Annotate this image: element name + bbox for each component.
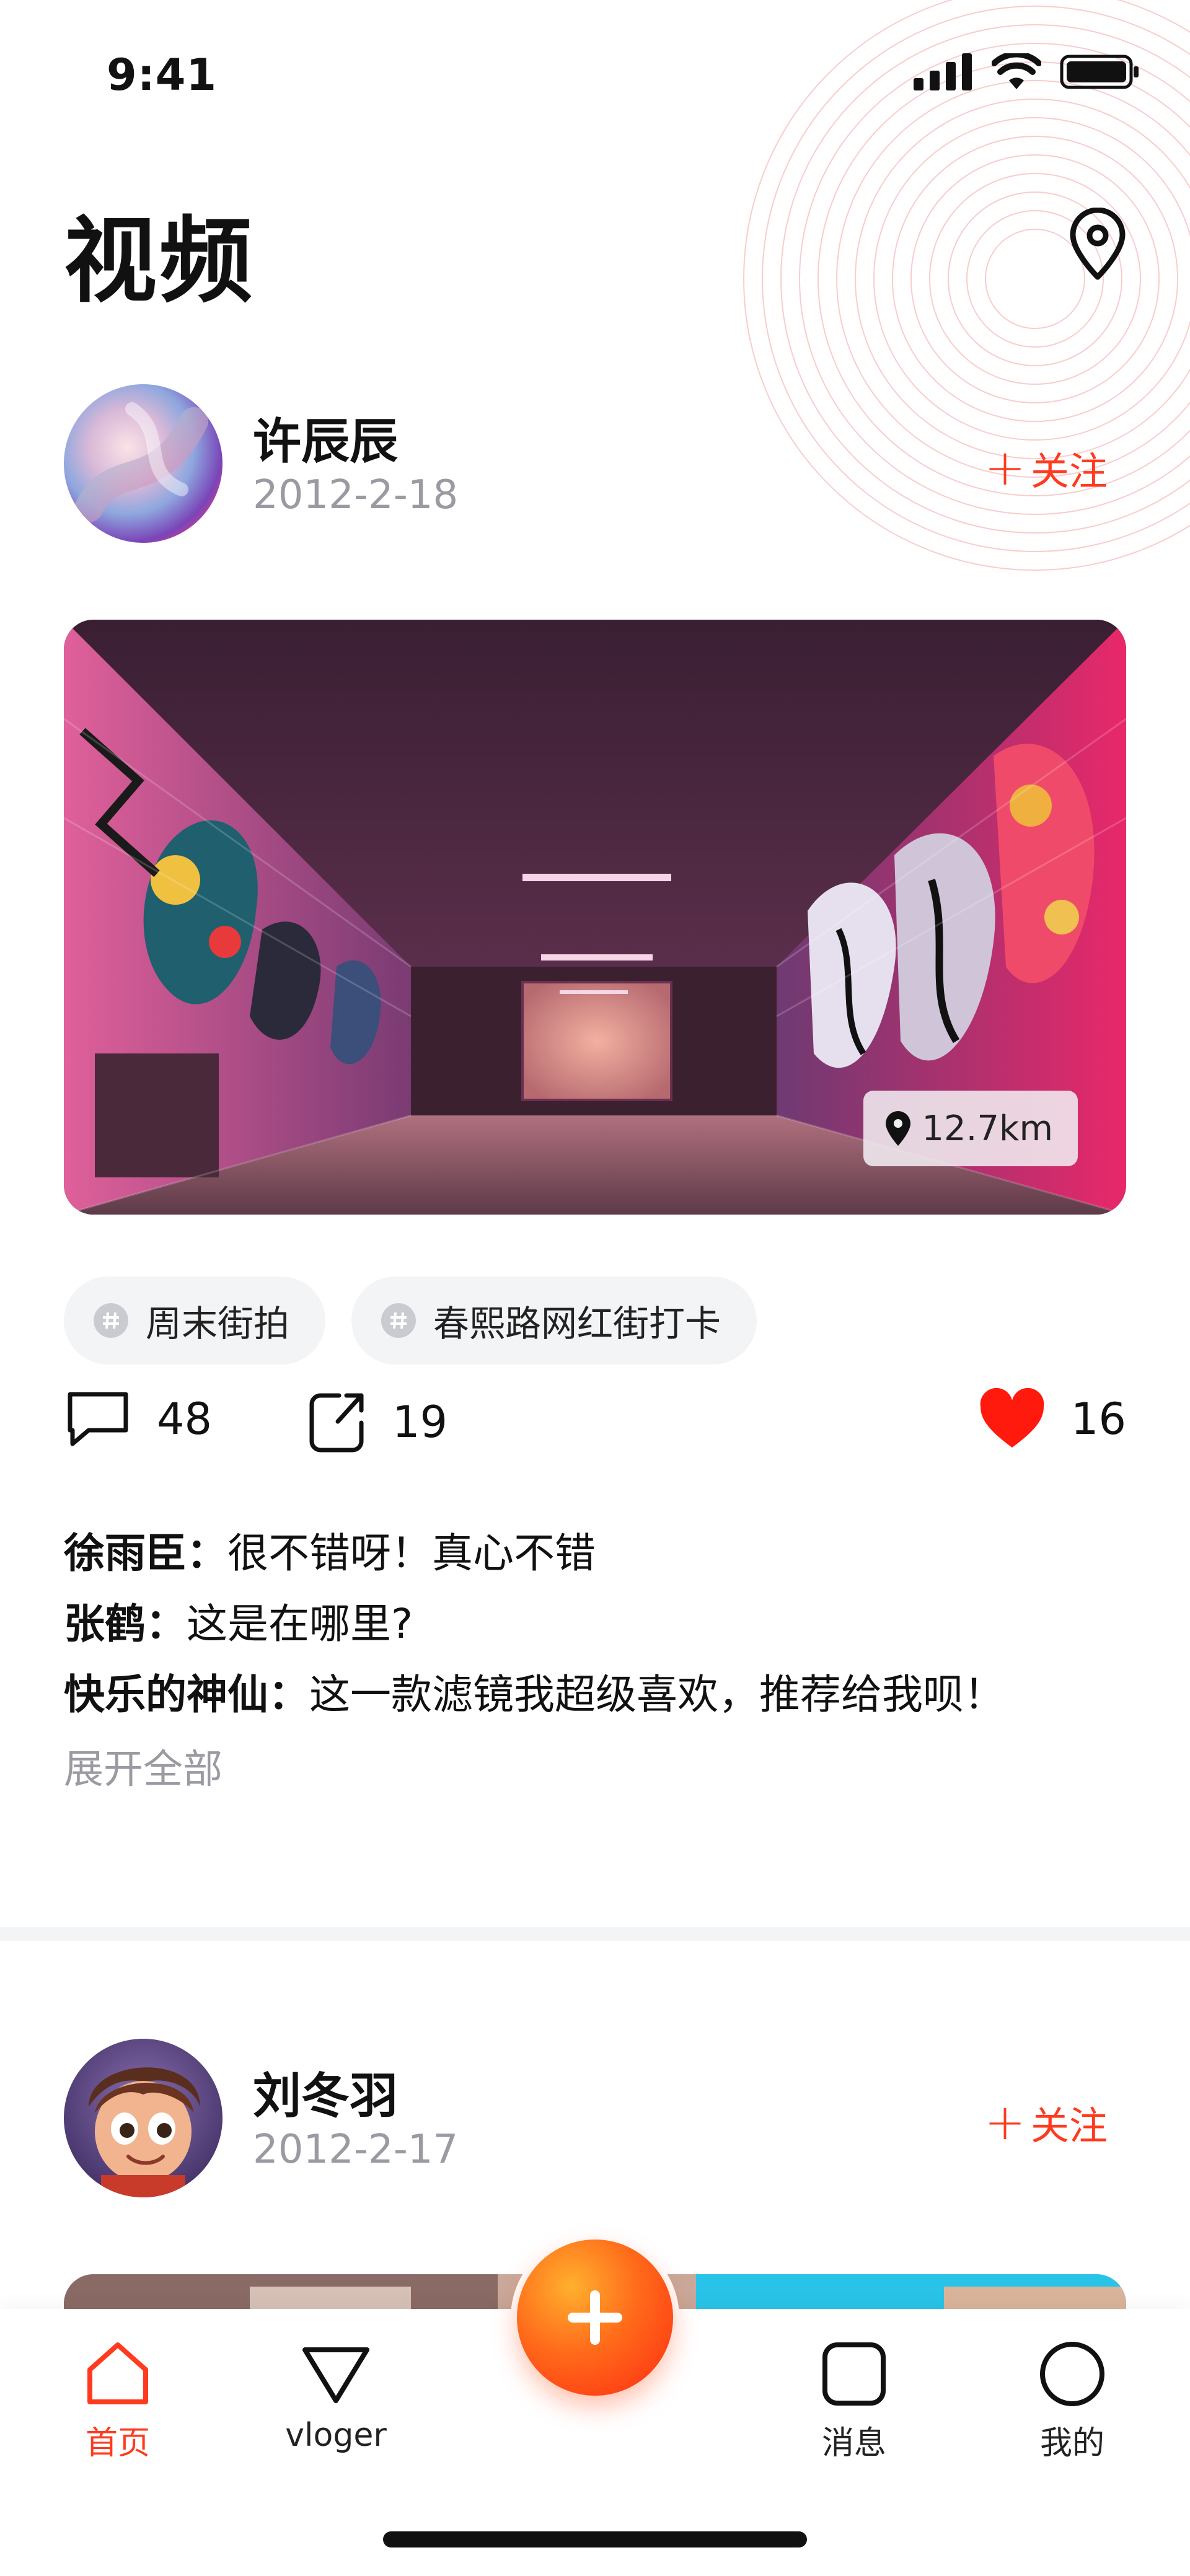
- comment-icon: [68, 1392, 128, 1446]
- comment-list: 徐雨臣：很不错呀！真心不错 张鹤：这是在哪里? 快乐的神仙：这一款滤镜我超级喜欢…: [64, 1518, 1126, 1809]
- comment-stat[interactable]: 48: [64, 1388, 212, 1450]
- comment-count: 48: [157, 1394, 213, 1444]
- status-time: 9:41: [107, 50, 218, 100]
- like-count: 16: [1070, 1394, 1126, 1444]
- plus-icon: +: [984, 2093, 1026, 2151]
- nav-label: 消息: [821, 2425, 886, 2462]
- comment-author[interactable]: 快乐的神仙：: [64, 1671, 309, 1718]
- plus-icon: [568, 2290, 622, 2345]
- hashtag-icon: [94, 1303, 128, 1338]
- like-stat[interactable]: 16: [978, 1388, 1126, 1450]
- signal-icon: [914, 53, 972, 90]
- comment-item: 徐雨臣：很不错呀！真心不错: [64, 1518, 1126, 1589]
- follow-button[interactable]: + 关注: [984, 440, 1108, 496]
- circle-icon: [1040, 2342, 1104, 2406]
- triangle-icon: [302, 2347, 369, 2403]
- nav-label: 首页: [85, 2425, 150, 2462]
- comment-author[interactable]: 徐雨臣：: [64, 1529, 227, 1577]
- author-name[interactable]: 刘冬羽: [253, 2057, 398, 2127]
- expand-comments-link[interactable]: 展开全部: [64, 1730, 1126, 1809]
- share-icon: [309, 1393, 364, 1453]
- avatar[interactable]: [64, 2039, 223, 2197]
- topic-tag[interactable]: 春熙路网红街打卡: [351, 1277, 757, 1365]
- comment-text: 很不错呀！真心不错: [227, 1529, 596, 1577]
- follow-button[interactable]: + 关注: [984, 2095, 1108, 2150]
- distance-badge: 12.7km: [863, 1091, 1078, 1166]
- location-pin-icon: [1070, 208, 1126, 280]
- distance-text: 12.7km: [922, 1108, 1053, 1149]
- plus-icon: +: [984, 439, 1026, 496]
- author-name[interactable]: 许辰辰: [253, 403, 398, 472]
- location-button[interactable]: [1064, 204, 1132, 285]
- app-screen: 9:41 视频 许辰辰 2012-2-18 + 关注 12.7km 周末街拍 春…: [0, 0, 1190, 2576]
- follow-label: 关注: [1030, 2103, 1108, 2148]
- tag-label: 春熙路网红街打卡: [433, 1303, 721, 1345]
- nav-profile[interactable]: 我的: [1010, 2340, 1134, 2463]
- avatar-image: [64, 384, 223, 543]
- wifi-icon: [992, 53, 1041, 89]
- tag-label: 周末街拍: [146, 1303, 290, 1345]
- post-header: 许辰辰 2012-2-18 + 关注: [64, 384, 1126, 545]
- share-count: 19: [392, 1397, 448, 1448]
- create-post-button[interactable]: [517, 2240, 673, 2396]
- nav-label: vloger: [285, 2417, 387, 2454]
- home-indicator[interactable]: [383, 2531, 807, 2547]
- share-stat[interactable]: 19: [306, 1388, 447, 1456]
- home-icon: [87, 2342, 148, 2404]
- nav-messages[interactable]: 消息: [792, 2340, 916, 2463]
- post-stats: 48 19 16: [64, 1388, 1126, 1475]
- nav-label: 我的: [1039, 2425, 1104, 2462]
- page-title: 视频: [64, 208, 255, 315]
- comment-item: 快乐的神仙：这一款滤镜我超级喜欢，推荐给我呗！: [64, 1659, 1126, 1730]
- comment-author[interactable]: 张鹤：: [64, 1600, 187, 1648]
- comment-item: 张鹤：这是在哪里?: [64, 1589, 1126, 1659]
- post-divider: [0, 1927, 1190, 1941]
- post-date: 2012-2-18: [253, 472, 459, 518]
- create-button-wrapper: [511, 2233, 679, 2402]
- location-pin-icon: [886, 1111, 911, 1146]
- avatar-image: [64, 2039, 223, 2197]
- nav-vloger[interactable]: vloger: [274, 2340, 398, 2454]
- comment-text: 这是在哪里?: [187, 1600, 413, 1648]
- topic-tag[interactable]: 周末街拍: [64, 1277, 326, 1365]
- avatar[interactable]: [64, 384, 223, 543]
- hashtag-icon: [381, 1303, 416, 1338]
- comment-text: 这一款滤镜我超级喜欢，推荐给我呗！: [309, 1671, 1005, 1718]
- battery-icon: [1060, 55, 1139, 89]
- tag-list: 周末街拍 春熙路网红街打卡: [64, 1277, 757, 1365]
- post-date: 2012-2-17: [253, 2127, 459, 2173]
- follow-label: 关注: [1030, 449, 1108, 494]
- square-icon: [822, 2342, 886, 2406]
- status-icons: [914, 53, 1140, 90]
- post-image[interactable]: 12.7km: [64, 620, 1126, 1215]
- post-header: 刘冬羽 2012-2-17 + 关注: [64, 2039, 1126, 2200]
- nav-home[interactable]: 首页: [56, 2340, 180, 2463]
- heart-icon: [980, 1388, 1044, 1448]
